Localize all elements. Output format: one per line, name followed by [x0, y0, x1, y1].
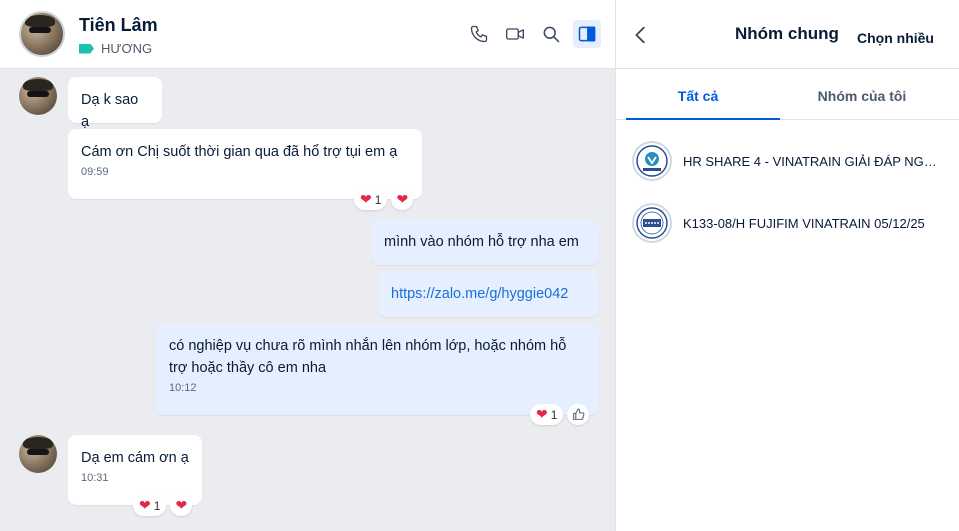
group-avatar	[632, 141, 672, 181]
video-call-icon	[506, 28, 524, 40]
message-text: có nghiệp vụ chưa rõ mình nhắn lên nhóm …	[169, 338, 567, 376]
chat-header: Tiên Lâm HƯƠNG	[0, 0, 615, 69]
select-many-button[interactable]: Chọn nhiều	[857, 30, 934, 46]
message-reactions: ❤ 1	[530, 404, 590, 425]
react-button[interactable]: ❤	[391, 189, 414, 210]
heart-icon: ❤	[175, 497, 188, 513]
reaction-summary[interactable]: ❤ 1	[530, 404, 564, 425]
tag-icon	[79, 43, 94, 54]
heart-icon: ❤	[536, 406, 548, 422]
contact-tag-label: HƯƠNG	[101, 41, 153, 56]
zalo-app: Tiên Lâm HƯƠNG Dạ k sao ạ Cám ơn Chị suố…	[0, 0, 959, 531]
group-list-item[interactable]: HR SHARE 4 - VINATRAIN GIẢI ĐÁP NGHIỆP V…	[632, 140, 942, 182]
message-bubble[interactable]: có nghiệp vụ chưa rõ mình nhắn lên nhóm …	[156, 323, 599, 415]
reaction-summary[interactable]: ❤ 1	[354, 189, 388, 210]
heart-icon: ❤	[139, 497, 151, 513]
contact-tag[interactable]: HƯƠNG	[79, 41, 152, 56]
toggle-panel-icon	[578, 26, 596, 42]
message-text: Cám ơn Chị suốt thời gian qua đã hổ trợ …	[81, 144, 398, 160]
message-text: mình vào nhóm hỗ trợ nha em	[384, 234, 579, 250]
message-text: Dạ k sao ạ	[81, 92, 139, 130]
chevron-left-icon	[635, 26, 645, 44]
group-list-item[interactable]: K133-08/H FUJIFIM VINATRAIN 05/12/25	[632, 202, 942, 244]
panel-title: Nhóm chung	[735, 24, 839, 43]
header-actions	[465, 20, 601, 48]
message-time: 10:31	[81, 472, 109, 484]
back-button[interactable]	[630, 24, 652, 46]
heart-icon: ❤	[396, 191, 409, 207]
message-bubble[interactable]: Dạ k sao ạ	[68, 77, 162, 130]
reaction-count: 1	[374, 192, 382, 207]
tab-my-groups[interactable]: Nhóm của tôi	[780, 69, 944, 119]
group-name: K133-08/H FUJIFIM VINATRAIN 05/12/25	[683, 215, 925, 231]
message-link[interactable]: https://zalo.me/g/hyggie042	[391, 283, 586, 305]
message-reactions: ❤ 1 ❤	[354, 189, 414, 210]
video-call-button[interactable]	[501, 20, 529, 48]
message-bubble[interactable]: mình vào nhóm hỗ trợ nha em	[371, 219, 599, 265]
k133-logo-icon	[636, 207, 668, 239]
reaction-count: 1	[550, 407, 558, 422]
panel-header: Nhóm chung Chọn nhiều	[616, 0, 959, 69]
message-time: 10:12	[169, 382, 197, 394]
phone-button[interactable]	[465, 20, 493, 48]
chat-pane: Tiên Lâm HƯƠNG Dạ k sao ạ Cám ơn Chị suố…	[0, 0, 615, 531]
contact-avatar[interactable]	[19, 11, 65, 57]
message-bubble[interactable]: https://zalo.me/g/hyggie042	[378, 271, 599, 317]
search-button[interactable]	[537, 20, 565, 48]
react-button[interactable]: ❤	[170, 495, 193, 516]
group-name: HR SHARE 4 - VINATRAIN GIẢI ĐÁP NGHIỆP V…	[683, 153, 942, 169]
thumbs-up-icon	[573, 408, 585, 420]
contact-name[interactable]: Tiên Lâm	[79, 15, 158, 36]
sender-avatar[interactable]	[19, 77, 57, 115]
search-icon	[543, 26, 560, 43]
reaction-count: 1	[153, 498, 161, 513]
toggle-panel-button[interactable]	[573, 20, 601, 48]
heart-icon: ❤	[360, 191, 372, 207]
message-list[interactable]: Dạ k sao ạ Cám ơn Chị suốt thời gian qua…	[0, 69, 615, 531]
reaction-summary[interactable]: ❤ 1	[133, 495, 167, 516]
sender-avatar[interactable]	[19, 435, 57, 473]
phone-icon	[470, 25, 488, 43]
message-text: Dạ em cám ơn ạ	[81, 450, 189, 466]
tab-all[interactable]: Tất cả	[616, 69, 780, 120]
group-tabs: Tất cả Nhóm của tôi	[616, 69, 959, 120]
common-groups-panel: Nhóm chung Chọn nhiều Tất cả Nhóm của tô…	[615, 0, 959, 531]
vinatrain-logo-icon	[636, 145, 668, 177]
react-button[interactable]	[567, 404, 590, 425]
message-time: 09:59	[81, 166, 109, 178]
group-avatar	[632, 203, 672, 243]
message-reactions: ❤ 1 ❤	[133, 495, 193, 516]
